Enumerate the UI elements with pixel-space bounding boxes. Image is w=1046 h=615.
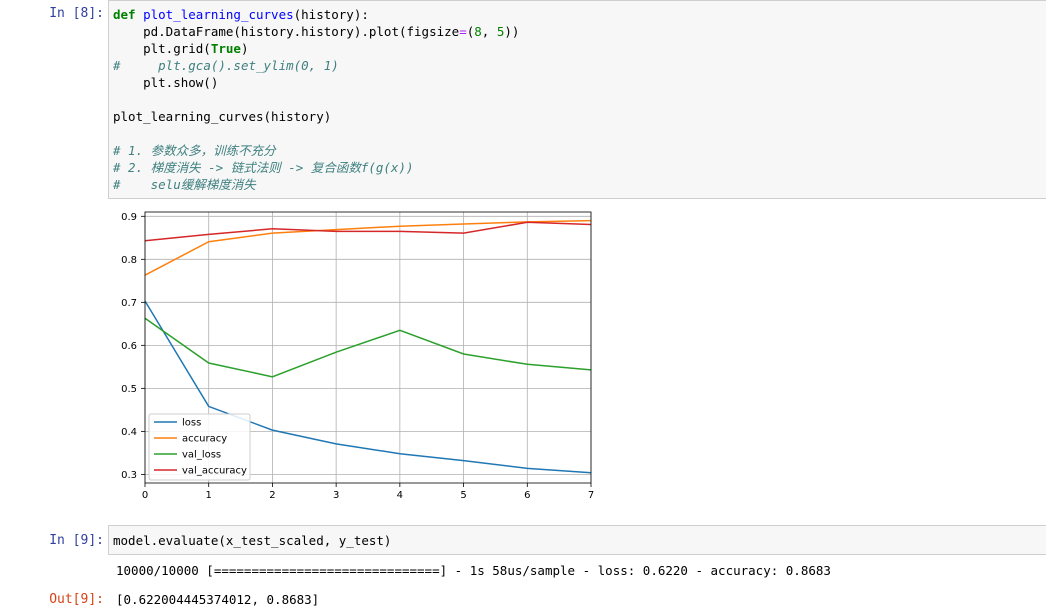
code-line-evaluate: model.evaluate(x_test_scaled, y_test) <box>113 533 392 548</box>
code-line-dataframe-plot: pd.DataFrame(history.history).plot(figsi… <box>113 23 519 40</box>
series-line-val-loss <box>144 317 592 378</box>
y-tick-label: 0.5 <box>121 384 137 395</box>
keyword-def: def <box>113 7 136 22</box>
code-line-grid: plt.grid(True) <box>113 40 248 57</box>
comment-text: plt.gca().set_ylim(0, 1) <box>120 58 339 73</box>
cell-9-result: [0.622004445374012, 0.8683] <box>116 592 320 607</box>
learning-curves-chart: 0 1 2 3 4 5 6 7 0.3 0.4 0.5 0.6 0.7 0.8 0.9 loss accurac… <box>121 211 594 501</box>
code-line-def: def plot_learning_curves(history): <box>113 6 369 23</box>
cell-9-input-prompt: In [9]: <box>49 533 104 548</box>
y-tick-label: 0.3 <box>121 470 137 481</box>
series-line-val-accuracy <box>144 221 592 242</box>
cell-9-code-editor[interactable]: model.evaluate(x_test_scaled, y_test) <box>108 525 1046 555</box>
function-name: plot_learning_curves <box>143 7 294 22</box>
x-tick-label: 2 <box>269 490 275 501</box>
legend-label-loss: loss <box>182 418 201 429</box>
x-tick-label: 7 <box>588 490 594 501</box>
cell-9-output-prompt: Out[9]: <box>49 592 104 607</box>
x-tick-label: 3 <box>333 490 339 501</box>
x-tick-label: 1 <box>206 490 212 501</box>
code-line-comment-1: # 1. 参数众多，训练不充分 <box>113 143 276 158</box>
code-line-comment-2: # 2. 梯度消失 -> 链式法则 -> 复合函数f(g(x)) <box>113 160 414 175</box>
legend-label-val-loss: val_loss <box>182 450 221 461</box>
cell-8-code-editor[interactable]: def plot_learning_curves(history): pd.Da… <box>108 0 1046 199</box>
number: 8 <box>474 24 482 39</box>
code-line-ylim-comment: # plt.gca().set_ylim(0, 1) <box>113 57 339 74</box>
y-tick-label: 0.9 <box>121 212 137 223</box>
code-text: ) <box>240 41 249 56</box>
code-line-comment-3: # selu缓解梯度消失 <box>113 177 256 192</box>
comment-hash: # <box>113 58 121 73</box>
code-line-call: plot_learning_curves(history) <box>113 109 332 124</box>
cell-8-input-prompt: In [8]: <box>49 6 104 21</box>
legend-label-val-accuracy: val_accuracy <box>182 466 247 477</box>
series-line-accuracy <box>144 219 592 276</box>
x-tick-label: 0 <box>142 490 148 501</box>
code-text: plt.grid( <box>113 41 211 56</box>
legend-label-accuracy: accuracy <box>182 434 227 445</box>
code-text: pd.DataFrame(history.history).plot(figsi… <box>113 24 460 39</box>
function-params: (history): <box>293 7 369 22</box>
x-tick-label: 6 <box>524 490 530 501</box>
code-line-show: plt.show() <box>113 75 219 90</box>
cell-9-stream-output: 10000/10000 [===========================… <box>116 563 831 578</box>
code-text: )) <box>504 24 520 39</box>
x-tick-label: 4 <box>397 490 403 501</box>
y-tick-label: 0.7 <box>121 298 137 309</box>
keyword-true: True <box>210 41 241 56</box>
operator: = <box>459 24 467 39</box>
y-tick-label: 0.6 <box>121 341 137 352</box>
y-tick-label: 0.4 <box>121 427 137 438</box>
y-tick-label: 0.8 <box>121 255 137 266</box>
code-text: , <box>481 24 497 39</box>
x-tick-label: 5 <box>460 490 466 501</box>
